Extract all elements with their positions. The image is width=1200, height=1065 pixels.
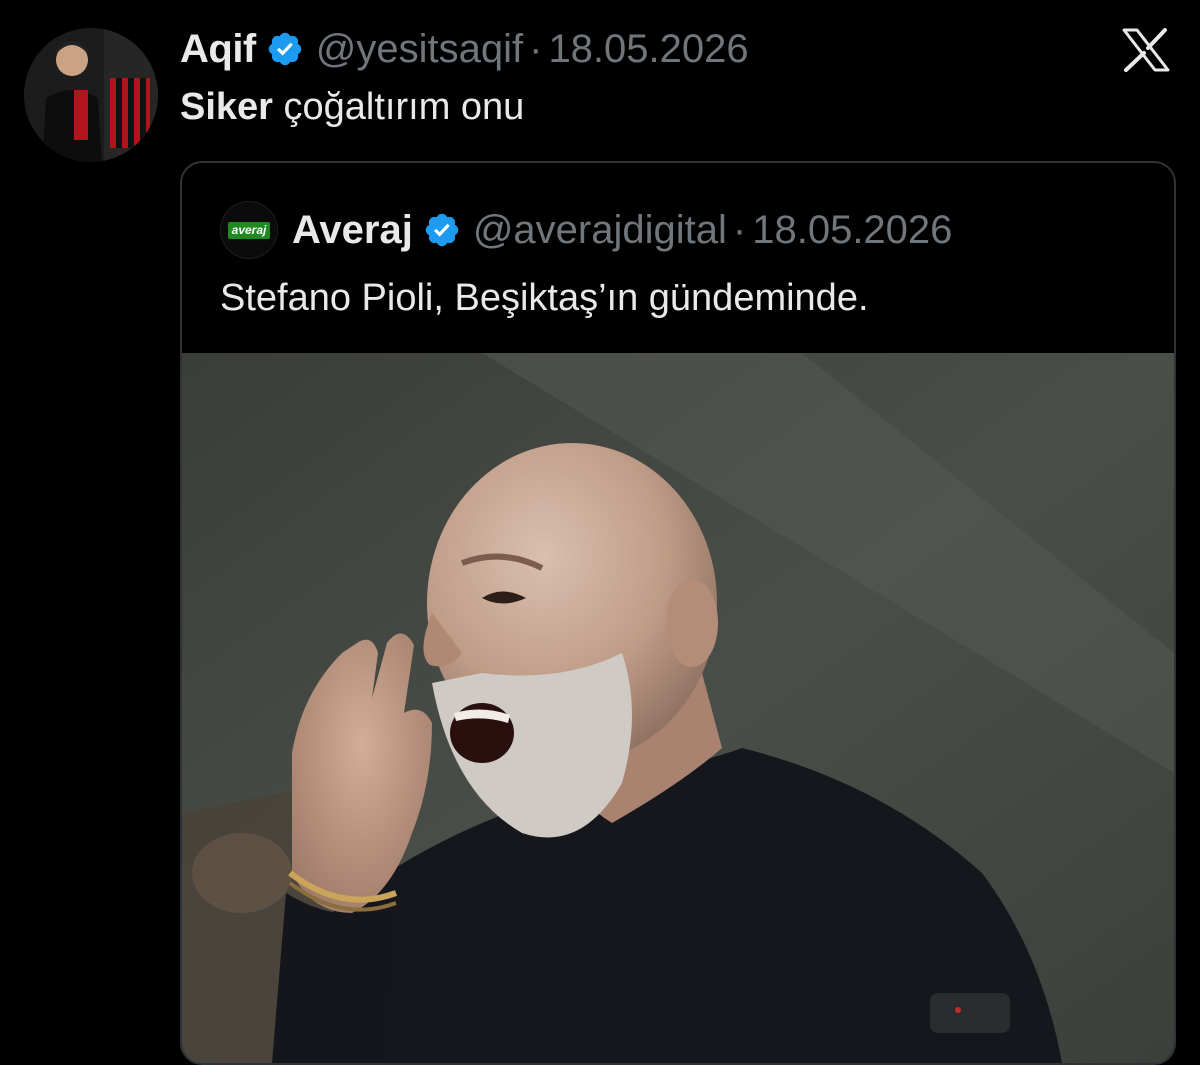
tweet-text: Siker çoğaltırım onu <box>180 86 524 129</box>
quoted-author-avatar-logo: averaj <box>227 221 271 239</box>
quoted-author-handle[interactable]: @averajdigital <box>473 208 727 253</box>
separator-dot: · <box>529 26 543 71</box>
quoted-tweet-text: Stefano Pioli, Beşiktaş’ın gündeminde. <box>220 277 869 319</box>
tweet-date[interactable]: 18.05.2026 <box>548 27 748 72</box>
tweet-header: Aqif @yesitsaqif · 18.05.2026 <box>180 24 749 74</box>
quoted-tweet-header: averaj Averaj @averajdigital · 18.05.202… <box>220 201 952 259</box>
author-handle[interactable]: @yesitsaqif <box>316 27 523 72</box>
quoted-tweet-card[interactable]: averaj Averaj @averajdigital · 18.05.202… <box>180 161 1176 1065</box>
tweet-text-rest: çoğaltırım onu <box>272 86 525 128</box>
quoted-author-avatar[interactable]: averaj <box>220 201 278 259</box>
quoted-tweet-date[interactable]: 18.05.2026 <box>752 208 952 253</box>
quoted-author-display-name[interactable]: Averaj <box>292 208 413 253</box>
tweet-text-bold: Siker <box>180 86 273 128</box>
verified-badge-icon <box>266 30 304 68</box>
separator-dot: · <box>732 207 747 252</box>
x-logo-icon <box>1122 28 1170 72</box>
quoted-tweet-photo[interactable] <box>182 353 1174 1063</box>
author-avatar[interactable] <box>24 28 158 162</box>
verified-badge-icon <box>423 211 461 249</box>
author-display-name[interactable]: Aqif <box>180 27 256 72</box>
